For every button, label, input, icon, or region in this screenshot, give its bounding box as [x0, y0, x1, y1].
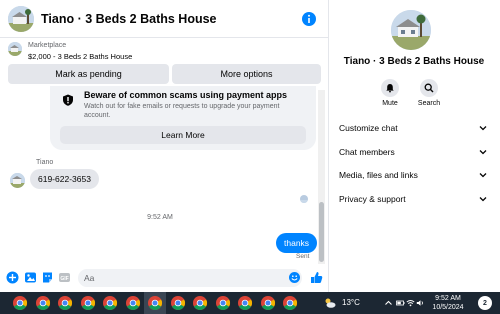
- wifi-icon[interactable]: [406, 299, 415, 307]
- message-status: Sent: [296, 253, 310, 260]
- message-input[interactable]: [78, 269, 302, 287]
- message-timestamp: 9:52 AM: [147, 214, 173, 221]
- sender-avatar[interactable]: [10, 173, 25, 188]
- chat-pane: Tiano · 3 Beds 2 Baths House Marketplace…: [0, 0, 328, 292]
- mute-action[interactable]: Mute: [372, 79, 408, 107]
- clock-date: 10/5/2024: [432, 304, 464, 311]
- scrollbar-thumb[interactable]: [319, 202, 324, 262]
- scam-warning-card: Beware of common scams using payment app…: [50, 86, 316, 150]
- more-options-button[interactable]: More options: [172, 64, 321, 84]
- shield-icon: [63, 94, 73, 106]
- chrome-icon[interactable]: [12, 295, 28, 311]
- chevron-down-icon: [479, 173, 487, 178]
- search-action[interactable]: Search: [411, 79, 447, 107]
- chevron-down-icon: [479, 126, 487, 131]
- chrome-icon[interactable]: [35, 295, 51, 311]
- plus-circle-icon[interactable]: [6, 271, 19, 284]
- chrome-icon[interactable]: [282, 295, 298, 311]
- section-label: Chat members: [339, 147, 395, 157]
- chrome-icon[interactable]: [215, 295, 231, 311]
- weather-icon[interactable]: [324, 297, 336, 309]
- mark-pending-button[interactable]: Mark as pending: [8, 64, 169, 84]
- info-icon[interactable]: [302, 11, 316, 26]
- mute-label: Mute: [382, 100, 398, 107]
- chat-title[interactable]: Tiano · 3 Beds 2 Baths House: [41, 12, 302, 26]
- svg-text:GIF: GIF: [60, 276, 68, 282]
- chrome-icon[interactable]: [192, 295, 208, 311]
- taskbar: 13°C 9:52 AM 10/5/2024 2: [0, 292, 500, 314]
- gif-icon[interactable]: GIF: [58, 271, 71, 284]
- search-icon: [424, 83, 434, 93]
- sender-name: Tiano: [36, 159, 54, 166]
- notification-badge[interactable]: 2: [478, 296, 492, 310]
- chrome-icon[interactable]: [237, 295, 253, 311]
- chevron-down-icon: [479, 197, 487, 202]
- media-files-links-section[interactable]: Media, files and links: [339, 167, 487, 183]
- incoming-message[interactable]: 619-622-3653: [30, 169, 99, 189]
- outgoing-message[interactable]: thanks: [276, 233, 318, 253]
- conversation-title: Tiano · 3 Beds 2 Baths House: [343, 56, 485, 67]
- temperature[interactable]: 13°C: [342, 298, 360, 307]
- marketplace-label: Marketplace: [28, 42, 67, 49]
- chat-header: Tiano · 3 Beds 2 Baths House: [0, 0, 328, 38]
- warning-title: Beware of common scams using payment app…: [84, 90, 288, 100]
- chat-members-section[interactable]: Chat members: [339, 144, 487, 160]
- message-composer: GIF: [0, 264, 328, 292]
- section-label: Customize chat: [339, 123, 398, 133]
- conversation-avatar[interactable]: [391, 10, 431, 50]
- chat-scrollbar[interactable]: [318, 90, 325, 264]
- learn-more-button[interactable]: Learn More: [60, 126, 306, 144]
- listing-thumbnail: [8, 42, 22, 56]
- chrome-icon[interactable]: [260, 295, 276, 311]
- listing-title[interactable]: $2,000 - 3 Beds 2 Baths House: [28, 52, 132, 61]
- search-label: Search: [417, 100, 441, 107]
- chevron-up-icon[interactable]: [384, 299, 393, 307]
- bell-icon: [386, 84, 394, 93]
- chrome-icon[interactable]: [147, 295, 163, 311]
- system-clock[interactable]: 9:52 AM 10/5/2024: [428, 294, 468, 312]
- clock-time: 9:52 AM: [435, 295, 461, 302]
- chrome-icon[interactable]: [102, 295, 118, 311]
- section-label: Media, files and links: [339, 170, 418, 180]
- contact-avatar[interactable]: [8, 5, 34, 32]
- chrome-icon[interactable]: [125, 295, 141, 311]
- seen-indicator-avatar: [300, 195, 308, 203]
- chrome-icon[interactable]: [80, 295, 96, 311]
- battery-icon[interactable]: [396, 299, 405, 307]
- chrome-icon[interactable]: [170, 295, 186, 311]
- volume-icon[interactable]: [416, 299, 425, 307]
- emoji-icon[interactable]: [288, 271, 301, 284]
- customize-chat-section[interactable]: Customize chat: [339, 120, 487, 136]
- photo-icon[interactable]: [24, 271, 37, 284]
- thumbs-up-icon[interactable]: [310, 271, 323, 284]
- section-label: Privacy & support: [339, 194, 406, 204]
- marketplace-banner: Marketplace $2,000 - 3 Beds 2 Baths Hous…: [0, 38, 328, 88]
- chrome-icon[interactable]: [57, 295, 73, 311]
- sticker-icon[interactable]: [41, 271, 54, 284]
- conversation-details-panel: Tiano · 3 Beds 2 Baths House Mute Search…: [328, 0, 500, 292]
- privacy-support-section[interactable]: Privacy & support: [339, 191, 487, 207]
- warning-description: Watch out for fake emails or requests to…: [84, 103, 280, 119]
- chevron-down-icon: [479, 150, 487, 155]
